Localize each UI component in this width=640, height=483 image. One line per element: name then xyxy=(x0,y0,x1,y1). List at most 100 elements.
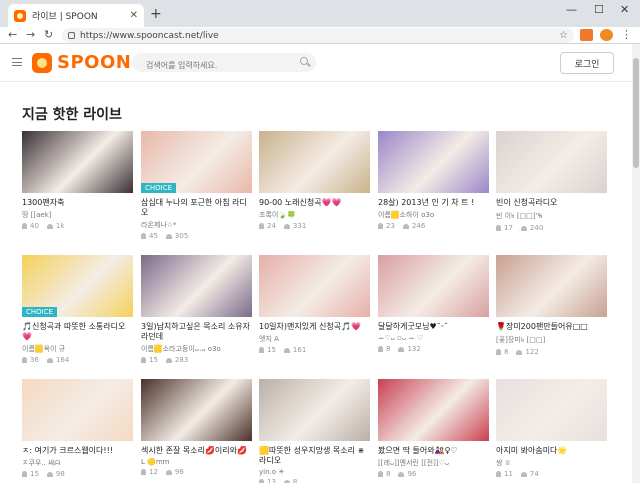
live-card[interactable]: ㅈ: 여기가 크르스웹이다!!! ㅈ쿠우.. 싸ᗣ 15 98 xyxy=(22,379,134,478)
live-title[interactable]: ㅈ: 여기가 크르스웹이다!!! xyxy=(22,446,134,456)
live-card[interactable]: 섹시한 존잘 목소리💋이리와💋 L 🟡mm 12 96 xyxy=(141,379,253,476)
hamburger-menu-icon[interactable] xyxy=(12,58,22,66)
listener-count: 8 xyxy=(504,348,509,356)
spoon-logo[interactable]: SPOON xyxy=(32,52,131,73)
forward-button[interactable]: → xyxy=(26,28,35,41)
live-thumbnail[interactable] xyxy=(496,255,607,317)
live-thumbnail[interactable] xyxy=(496,379,607,441)
listener-count: 17 xyxy=(504,224,513,232)
minimize-button[interactable]: — xyxy=(566,3,577,16)
live-author[interactable]: ㅈ쿠우.. 싸ᗣ xyxy=(22,458,134,468)
live-thumbnail[interactable] xyxy=(141,379,252,441)
listener-icon xyxy=(22,223,27,229)
live-author[interactable]: [꽃]장미৳ [□□] xyxy=(496,334,608,346)
live-thumbnail[interactable] xyxy=(378,255,489,317)
live-author[interactable]: 쌍 ♕ xyxy=(496,458,608,468)
live-author[interactable]: 이름🟨소라고둥이ᴗ.ᴗ o3o xyxy=(141,344,253,354)
live-thumbnail[interactable] xyxy=(22,379,133,441)
login-button[interactable]: 로그인 xyxy=(560,52,614,74)
new-tab-button[interactable]: + xyxy=(150,6,162,22)
live-title[interactable]: 1300팬자축 xyxy=(22,198,134,208)
live-thumbnail[interactable]: CHOICE xyxy=(141,131,252,193)
live-stats: 8 122 xyxy=(496,348,608,356)
scrollbar-thumb[interactable] xyxy=(633,58,639,168)
extension-icon[interactable] xyxy=(580,29,593,41)
live-thumbnail[interactable] xyxy=(259,255,370,317)
live-title[interactable]: 삼십대 누나의 포근한 아침 라디오 xyxy=(141,198,253,218)
live-author[interactable]: 땅 [[aek] xyxy=(22,210,134,220)
live-card[interactable]: 90-00 노래신청곡💗💗 조록이🍃🍀 24 331 xyxy=(259,131,371,230)
live-title[interactable]: 28살) 2013년 인 기 차 트 ! xyxy=(378,198,490,208)
live-card[interactable]: 10일차)맨지있게 신청곡🎵💗 엣지 A 15 161 xyxy=(259,255,371,354)
lock-icon xyxy=(68,32,75,39)
live-author[interactable]: 빈 이৳ [□□]'ꚾ xyxy=(496,210,608,222)
listener-count: 13 xyxy=(267,478,276,483)
browser-menu-icon[interactable]: ⋮ xyxy=(621,28,632,41)
search-input[interactable] xyxy=(146,61,296,70)
live-author[interactable]: 이름🟨옥이 규 xyxy=(22,344,134,354)
like-count: 246 xyxy=(411,222,426,230)
live-card[interactable]: 달달하게굿모닝♥˘ᵕ˘ ꕀ♡ᴗ ▫ᴗ ꕀ ♡ 8 132 xyxy=(378,255,490,353)
browser-tab[interactable]: 라이브 | SPOON ✕ xyxy=(8,4,144,27)
live-card[interactable]: 아지미 봐아솜미다🌟 쌍 ♕ 11 74 xyxy=(496,379,608,478)
live-author[interactable]: 엣지 A xyxy=(259,334,371,344)
live-title[interactable]: 90-00 노래신청곡💗💗 xyxy=(259,198,371,208)
live-thumbnail[interactable] xyxy=(378,379,489,441)
live-card[interactable]: CHOICE 삼십대 누나의 포근한 아침 라디오라온제나☆* 45 305 xyxy=(141,131,253,240)
live-author[interactable]: ꕀ♡ᴗ ▫ᴗ ꕀ ♡ xyxy=(378,334,490,343)
live-author[interactable]: 이름🟨소하이 o3o xyxy=(378,210,490,220)
back-button[interactable]: ← xyxy=(8,28,17,41)
url-text: https://www.spooncast.net/live xyxy=(80,30,219,41)
live-thumbnail[interactable] xyxy=(22,131,133,193)
scrollbar[interactable] xyxy=(632,44,640,483)
live-thumbnail[interactable] xyxy=(378,131,489,193)
live-title[interactable]: 봤으면 딱 들어와🎎♀♡ xyxy=(378,446,490,456)
address-bar[interactable]: https://www.spooncast.net/live ☆ xyxy=(62,28,574,43)
profile-avatar[interactable] xyxy=(600,29,613,41)
tab-close-icon[interactable]: ✕ xyxy=(130,10,138,21)
choice-badge: CHOICE xyxy=(141,183,177,193)
live-author[interactable]: [[레ᴗ]]옌서린 [[전]]♡ᴗ xyxy=(378,458,490,468)
listener-count: 8 xyxy=(386,470,391,478)
live-stats: 15 283 xyxy=(141,356,253,364)
live-card[interactable]: 빈이 신청곡라디오 빈 이৳ [□□]'ꚾ 17 240 xyxy=(496,131,608,232)
bookmark-star-icon[interactable]: ☆ xyxy=(559,30,568,41)
search-icon[interactable] xyxy=(300,57,308,65)
live-title[interactable]: 🎵신청곡과 따뜻한 소통라디오💗 xyxy=(22,322,134,342)
live-thumbnail[interactable] xyxy=(496,131,607,193)
live-title[interactable]: 10일차)맨지있게 신청곡🎵💗 xyxy=(259,322,371,332)
live-card[interactable]: 🟨따뜻한 성우지망생 목소리 ⋇라디오 yin.o ☀ 13 8 xyxy=(259,379,371,483)
live-title[interactable]: 빈이 신청곡라디오 xyxy=(496,198,608,208)
live-author[interactable]: 라온제나☆* xyxy=(141,220,253,230)
live-title[interactable]: 달달하게굿모닝♥˘ᵕ˘ xyxy=(378,322,490,332)
live-card[interactable]: 28살) 2013년 인 기 차 트 ! 이름🟨소하이 o3o 23 246 xyxy=(378,131,490,230)
live-card[interactable]: 🌹장미200팬만들어유□□ [꽃]장미৳ [□□] 8 122 xyxy=(496,255,608,356)
live-card[interactable]: 봤으면 딱 들어와🎎♀♡ [[레ᴗ]]옌서린 [[전]]♡ᴗ 8 96 xyxy=(378,379,490,478)
live-author[interactable]: L 🟡mm xyxy=(141,458,253,466)
close-window-button[interactable]: ✕ xyxy=(620,3,629,16)
live-author[interactable]: 조록이🍃🍀 xyxy=(259,210,371,220)
live-title[interactable]: 🟨따뜻한 성우지망생 목소리 ⋇라디오 xyxy=(259,446,371,466)
live-title[interactable]: 섹시한 존잘 목소리💋이리와💋 xyxy=(141,446,253,456)
maximize-button[interactable]: ☐ xyxy=(594,3,604,16)
live-thumbnail[interactable] xyxy=(259,131,370,193)
live-title[interactable]: 🌹장미200팬만들어유□□ xyxy=(496,322,608,332)
live-thumbnail[interactable]: CHOICE xyxy=(22,255,133,317)
live-thumbnail[interactable] xyxy=(141,255,252,317)
live-stats: 8 96 xyxy=(378,470,490,478)
live-stats: 15 161 xyxy=(259,346,371,354)
live-title[interactable]: 아지미 봐아솜미다🌟 xyxy=(496,446,608,456)
live-card[interactable]: CHOICE 🎵신청곡과 따뜻한 소통라디오💗 이름🟨옥이 규 36 164 xyxy=(22,255,134,364)
live-card[interactable]: 3일)납치하고싶은 목소리 소유자라던데이름🟨소라고둥이ᴗ.ᴗ o3o 15 283 xyxy=(141,255,253,364)
live-title[interactable]: 3일)납치하고싶은 목소리 소유자라던데 xyxy=(141,322,253,342)
reload-button[interactable]: ↻ xyxy=(44,28,53,41)
live-card[interactable]: 1300팬자축 땅 [[aek] 40 1k xyxy=(22,131,134,230)
search-bar[interactable] xyxy=(132,53,316,72)
live-stats: 15 98 xyxy=(22,470,134,478)
listener-icon xyxy=(259,223,264,229)
like-count: 164 xyxy=(55,356,70,364)
live-thumbnail[interactable] xyxy=(259,379,370,441)
live-author[interactable]: yin.o ☀ xyxy=(259,468,371,476)
like-heart-icon xyxy=(402,223,409,229)
live-stats: 45 305 xyxy=(141,232,253,240)
